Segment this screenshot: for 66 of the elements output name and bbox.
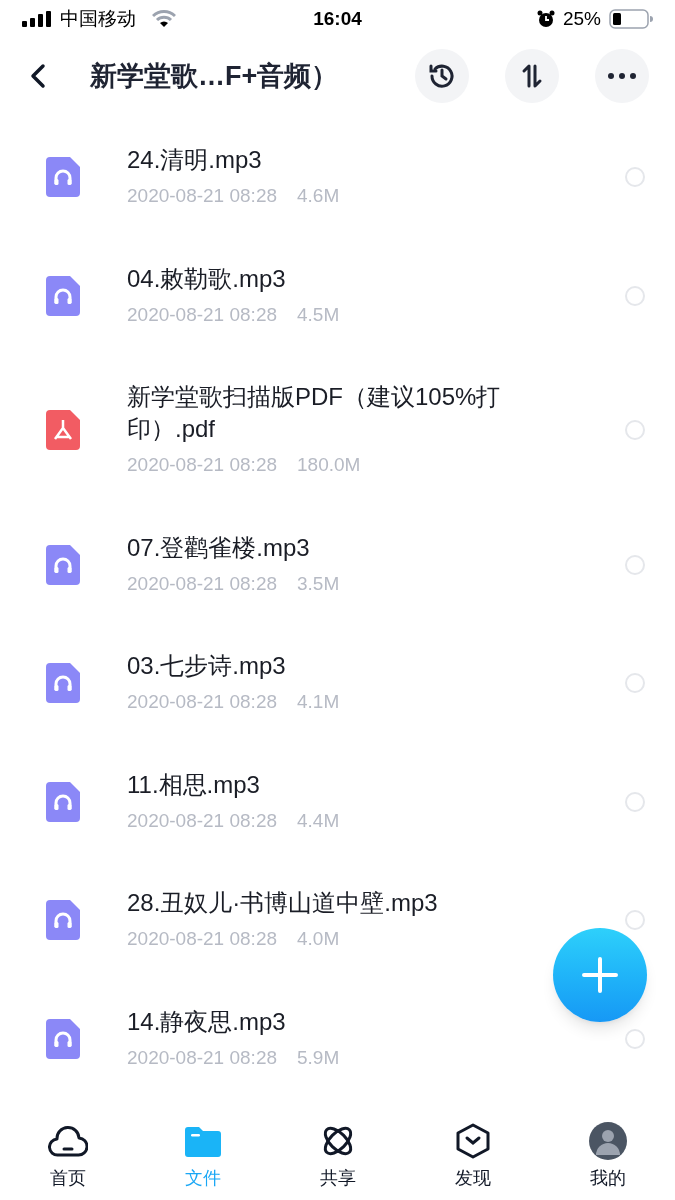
headphones-file-icon bbox=[46, 900, 80, 941]
folder-icon bbox=[184, 1124, 221, 1157]
headphones-file-icon bbox=[46, 781, 80, 822]
carrier-name: 中国移动 bbox=[60, 6, 136, 31]
tab-item[interactable]: 首页 bbox=[0, 1120, 135, 1192]
file-size: 180.0M bbox=[297, 453, 361, 477]
file-date: 2020-08-21 08:28 bbox=[127, 1045, 277, 1070]
file-row[interactable]: 11.相思.mp3 2020-08-21 08:28 4.4M bbox=[0, 742, 675, 861]
file-row[interactable]: 新学堂歌扫描版PDF（建议105%打印）.pdf 2020-08-21 08:28 180.0M bbox=[0, 355, 675, 506]
select-radio[interactable] bbox=[625, 554, 645, 575]
headphones-file-icon bbox=[46, 544, 80, 585]
battery-icon bbox=[609, 9, 653, 29]
tab-item[interactable]: 我的 bbox=[540, 1120, 675, 1192]
headphones-file-icon bbox=[46, 157, 80, 198]
file-date: 2020-08-21 08:28 bbox=[127, 571, 277, 596]
hexagon-clock-icon bbox=[455, 1122, 490, 1159]
file-size: 5.9M bbox=[297, 1045, 340, 1070]
file-row[interactable]: 24.清明.mp3 2020-08-21 08:28 4.6M bbox=[0, 118, 675, 237]
select-radio[interactable] bbox=[625, 420, 645, 441]
more-icon bbox=[608, 73, 636, 79]
file-name: 14.静夜思.mp3 bbox=[127, 1006, 287, 1037]
wifi-icon bbox=[152, 10, 176, 28]
file-size: 4.6M bbox=[297, 184, 340, 208]
file-size: 4.4M bbox=[297, 808, 340, 833]
cloud-icon bbox=[47, 1123, 88, 1158]
file-date: 2020-08-21 08:28 bbox=[127, 808, 277, 833]
select-radio[interactable] bbox=[625, 910, 645, 931]
file-row[interactable]: 07.登鹳雀楼.mp3 2020-08-21 08:28 3.5M bbox=[0, 505, 675, 624]
tab-item[interactable]: 共享 bbox=[270, 1120, 405, 1192]
file-date: 2020-08-21 08:28 bbox=[127, 302, 277, 327]
file-date: 2020-08-21 08:28 bbox=[127, 690, 277, 714]
file-name: 28.丑奴儿·书博山道中壁.mp3 bbox=[127, 888, 439, 918]
clock-time: 16:04 bbox=[313, 6, 362, 31]
select-radio[interactable] bbox=[625, 791, 645, 812]
file-size: 4.0M bbox=[297, 927, 340, 951]
headphones-file-icon bbox=[46, 663, 80, 704]
plus-icon bbox=[581, 956, 619, 994]
battery-percent: 25% bbox=[562, 6, 601, 31]
select-radio[interactable] bbox=[625, 673, 645, 694]
select-radio[interactable] bbox=[625, 167, 645, 188]
file-row[interactable]: 14.静夜思.mp3 2020-08-21 08:28 5.9M bbox=[0, 979, 675, 1098]
folder-title: 新学堂歌…F+音频） bbox=[90, 59, 339, 93]
file-date: 2020-08-21 08:28 bbox=[127, 927, 277, 951]
tab-item[interactable]: 发现 bbox=[405, 1120, 540, 1192]
select-radio[interactable] bbox=[625, 1028, 645, 1049]
signal-icon bbox=[22, 11, 52, 27]
alarm-icon bbox=[536, 10, 555, 28]
file-name: 07.登鹳雀楼.mp3 bbox=[127, 532, 311, 563]
file-name: 新学堂歌扫描版PDF（建议105%打印）.pdf bbox=[127, 382, 502, 444]
file-name: 03.七步诗.mp3 bbox=[127, 651, 287, 681]
file-row[interactable]: 03.七步诗.mp3 2020-08-21 08:28 4.1M bbox=[0, 624, 675, 743]
pdf-file-icon bbox=[46, 410, 80, 451]
file-name: 04.敕勒歌.mp3 bbox=[127, 263, 287, 294]
select-radio[interactable] bbox=[625, 285, 645, 306]
file-size: 4.5M bbox=[297, 302, 340, 327]
headphones-file-icon bbox=[46, 275, 80, 316]
avatar-icon bbox=[588, 1121, 627, 1160]
file-size: 4.1M bbox=[297, 690, 340, 714]
back-icon bbox=[30, 63, 46, 89]
file-date: 2020-08-21 08:28 bbox=[127, 453, 277, 477]
file-date: 2020-08-21 08:28 bbox=[127, 184, 277, 208]
file-name: 24.清明.mp3 bbox=[127, 145, 263, 175]
file-name: 11.相思.mp3 bbox=[127, 769, 261, 800]
file-row[interactable]: 04.敕勒歌.mp3 2020-08-21 08:28 4.5M bbox=[0, 236, 675, 355]
file-size: 3.5M bbox=[297, 571, 340, 596]
headphones-file-icon bbox=[46, 1018, 80, 1059]
